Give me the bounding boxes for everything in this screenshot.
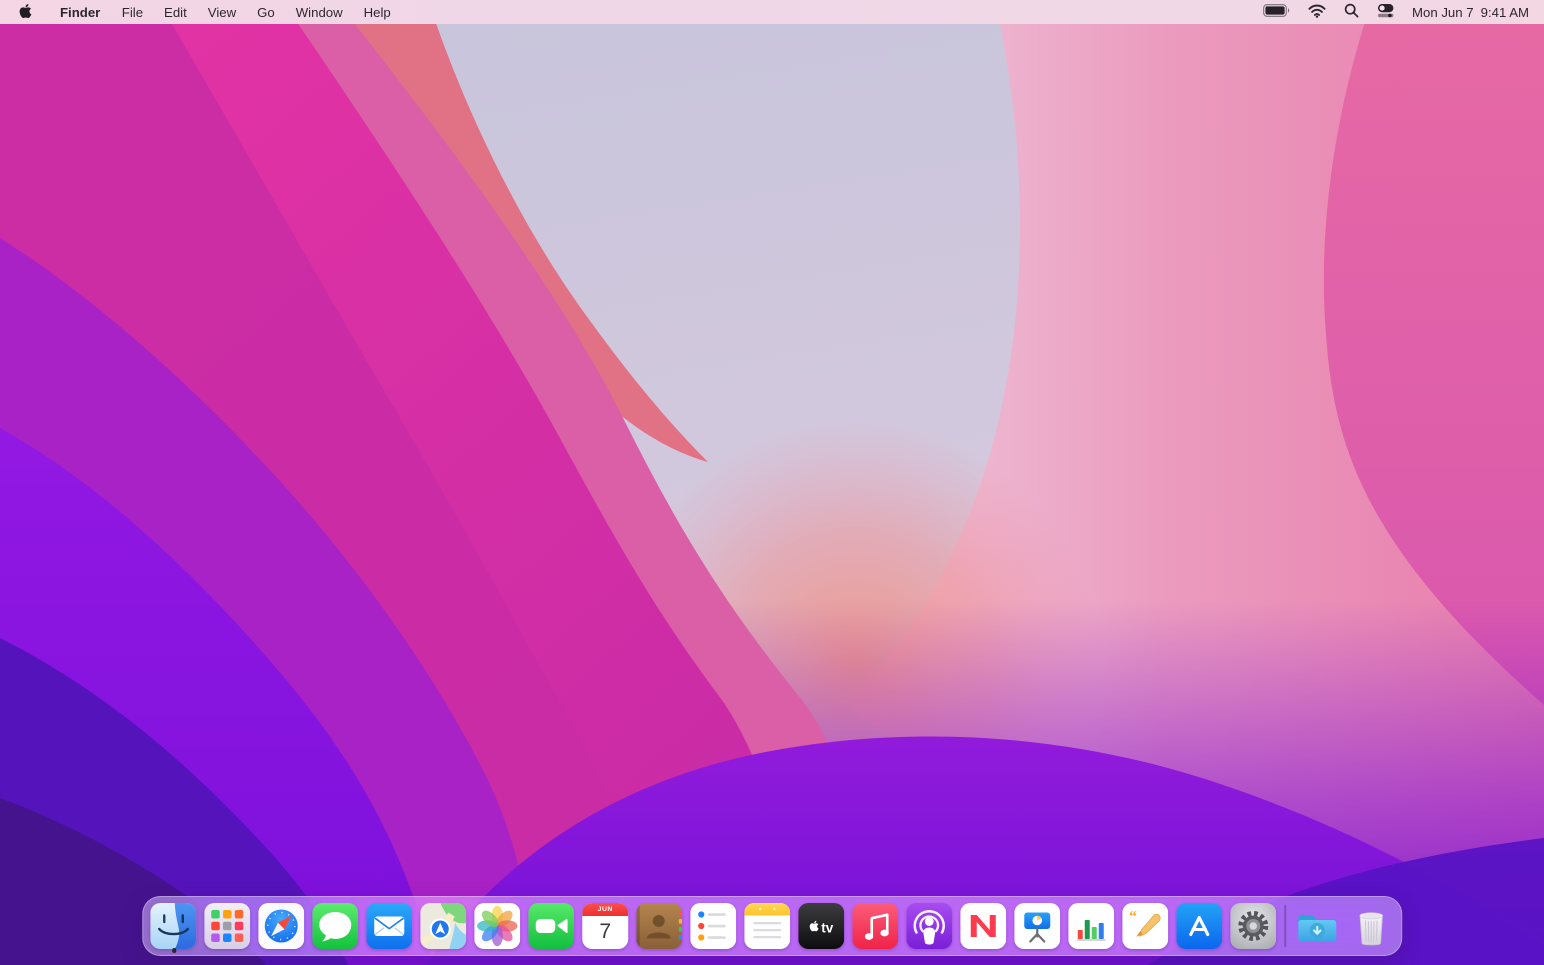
dock-separator [1284, 905, 1286, 947]
menu-label-finder: Finder [60, 5, 100, 20]
menu-bar: Finder File Edit View Go Window Help [0, 0, 1544, 24]
menu-help[interactable]: Help [353, 0, 401, 24]
dock-item-maps[interactable] [420, 903, 466, 949]
calendar-month: JUN [582, 903, 628, 916]
menu-label-edit: Edit [164, 5, 187, 20]
dock-item-facetime[interactable] [528, 903, 574, 949]
spotlight-search[interactable] [1335, 0, 1368, 24]
clock-time: 9:41 AM [1481, 5, 1529, 20]
wallpaper-monterey [0, 0, 1544, 965]
dock-item-music[interactable] [852, 903, 898, 949]
dock-item-appstore[interactable] [1176, 903, 1222, 949]
pages-quote-glyph: “ [1129, 909, 1137, 925]
control-center-icon [1377, 3, 1395, 21]
dock-item-calendar[interactable]: JUN 7 [582, 903, 628, 949]
control-center[interactable] [1368, 0, 1404, 24]
menu-view[interactable]: View [197, 0, 246, 24]
battery-status[interactable] [1254, 0, 1299, 24]
finder-running-indicator [172, 948, 177, 953]
menubar-clock[interactable]: Mon Jun 7 9:41 AM [1404, 5, 1529, 20]
search-icon [1344, 3, 1359, 21]
menu-label-help: Help [364, 5, 391, 20]
dock-item-numbers[interactable] [1068, 903, 1114, 949]
menu-label-view: View [208, 5, 236, 20]
tv-label: tv [821, 921, 833, 936]
dock-item-trash[interactable] [1348, 903, 1394, 949]
dock-item-messages[interactable] [312, 903, 358, 949]
apple-menu[interactable] [0, 0, 49, 24]
dock-item-downloads[interactable] [1294, 903, 1340, 949]
dock-item-reminders[interactable] [690, 903, 736, 949]
menu-label-window: Window [296, 5, 343, 20]
wifi-status[interactable] [1299, 0, 1335, 24]
dock-item-contacts[interactable] [636, 903, 682, 949]
dock-item-mail[interactable] [366, 903, 412, 949]
menu-label-go: Go [257, 5, 275, 20]
menu-file[interactable]: File [111, 0, 153, 24]
dock-item-system-preferences[interactable] [1230, 903, 1276, 949]
battery-icon [1263, 4, 1290, 20]
dock-item-finder[interactable] [150, 903, 196, 949]
dock-item-notes[interactable] [744, 903, 790, 949]
dock-item-podcasts[interactable] [906, 903, 952, 949]
dock-item-keynote[interactable] [1014, 903, 1060, 949]
dock-item-safari[interactable] [258, 903, 304, 949]
dock-item-photos[interactable] [474, 903, 520, 949]
menu-window[interactable]: Window [285, 0, 353, 24]
wifi-icon [1308, 4, 1326, 21]
dock: JUN 7 [142, 896, 1402, 956]
menu-edit[interactable]: Edit [154, 0, 198, 24]
desktop: Finder File Edit View Go Window Help [0, 0, 1544, 965]
clock-date: Mon Jun 7 [1412, 5, 1474, 20]
menu-label-file: File [122, 5, 143, 20]
menu-app-name[interactable]: Finder [49, 0, 111, 24]
apple-logo-icon [19, 3, 32, 22]
menu-go[interactable]: Go [247, 0, 286, 24]
dock-item-pages[interactable]: “ [1122, 903, 1168, 949]
dock-item-launchpad[interactable] [204, 903, 250, 949]
dock-item-tv[interactable]: tv [798, 903, 844, 949]
calendar-day: 7 [582, 916, 628, 949]
dock-item-news[interactable] [960, 903, 1006, 949]
